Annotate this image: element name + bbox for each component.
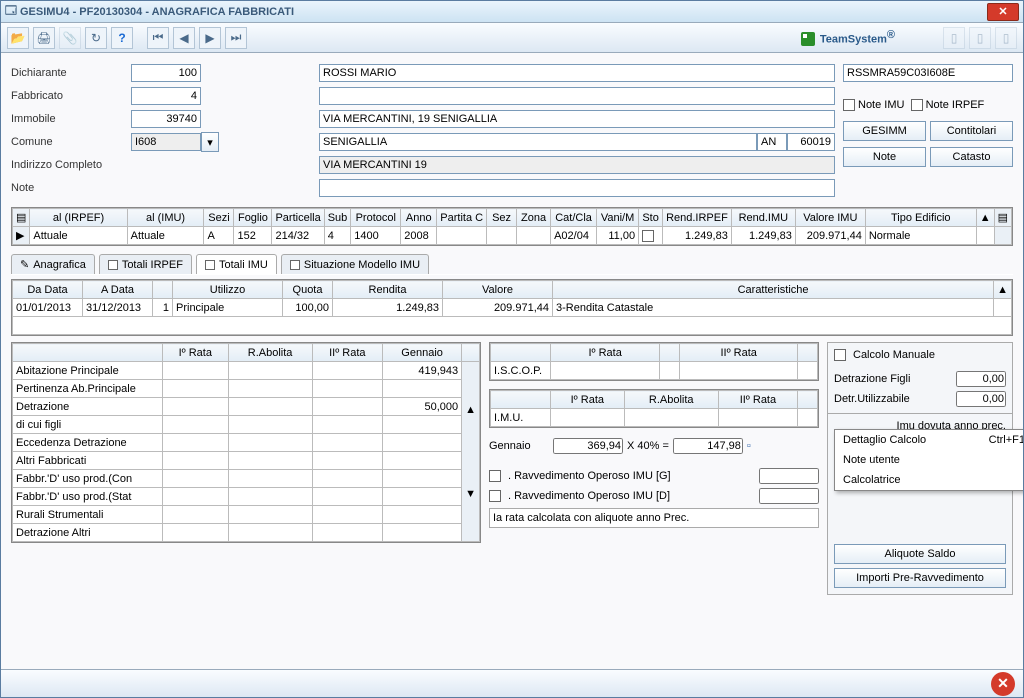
tool-b-icon[interactable]: ▯	[969, 27, 991, 49]
nav-prev-icon[interactable]: ◀	[173, 27, 195, 49]
detutil-val[interactable]	[956, 391, 1006, 407]
lbl-comune: Comune	[11, 136, 131, 148]
lbl-detfigli: Detrazione Figli	[834, 373, 952, 385]
fabbricato-desc[interactable]	[319, 87, 835, 105]
imu-label: I.M.U.	[491, 409, 551, 427]
tool-c-icon[interactable]: ▯	[995, 27, 1017, 49]
lbl-noteimu: Note IMU	[858, 99, 904, 111]
comune-lookup-button[interactable]: ▾	[201, 132, 219, 152]
lbl-detutil: Detr.Utilizzabile	[834, 393, 952, 405]
ctx-noteutente[interactable]: Note utente	[835, 450, 1023, 470]
lbl-x40: X 40% =	[627, 440, 669, 452]
lbl-calcman: Calcolo Manuale	[853, 349, 935, 361]
contitolari-button[interactable]: Contitolari	[930, 121, 1013, 141]
prov-input[interactable]	[757, 133, 787, 151]
print-icon[interactable]: 🖨	[33, 27, 55, 49]
lbl-fabbricato: Fabbricato	[11, 90, 131, 102]
dichiarante-input[interactable]	[131, 64, 201, 82]
tab-totali-imu[interactable]: Totali IMU	[196, 254, 277, 274]
tab-totali-irpef[interactable]: Totali IRPEF	[99, 254, 192, 274]
tool-a-icon[interactable]: ▯	[943, 27, 965, 49]
nav-first-icon[interactable]: ⏮	[147, 27, 169, 49]
lbl-dichiarante: Dichiarante	[11, 67, 131, 79]
table-row[interactable]: ▶ AttualeAttualeA152214/32414002008A02/0…	[13, 227, 1012, 245]
x40-val[interactable]	[673, 438, 743, 454]
cap-input[interactable]	[787, 133, 835, 151]
note-input[interactable]	[319, 179, 835, 197]
catasto-button[interactable]: Catasto	[930, 147, 1013, 167]
app-icon: 🗔	[5, 2, 17, 21]
grid-iscop[interactable]: Iº RataIIº Rata I.S.C.O.P.	[489, 342, 819, 381]
nome-input[interactable]	[319, 64, 835, 82]
clip-icon[interactable]: 📎	[59, 27, 81, 49]
detfigli-val[interactable]	[956, 371, 1006, 387]
context-menu: Dettaglio CalcoloCtrl+F1 Note utente Cal…	[834, 429, 1023, 491]
lbl-immobile: Immobile	[11, 113, 131, 125]
tab-anagrafica[interactable]: ✎ Anagrafica	[11, 254, 95, 274]
window-title: GESIMU4 - PF20130304 - ANAGRAFICA FABBRI…	[20, 6, 294, 18]
immobile-input[interactable]	[131, 110, 201, 128]
lbl-ravd: . Ravvedimento Operoso IMU [D]	[508, 490, 670, 502]
gesimm-button[interactable]: GESIMM	[843, 121, 926, 141]
iscop-label: I.S.C.O.P.	[491, 362, 551, 380]
nav-next-icon[interactable]: ▶	[199, 27, 221, 49]
error-icon[interactable]: ✕	[991, 672, 1015, 696]
fabbricato-input[interactable]	[131, 87, 201, 105]
table-row[interactable]: 01/01/201331/12/20131Principale100,001.2…	[13, 299, 1012, 317]
ravg-input[interactable]	[759, 468, 819, 484]
grid-imu[interactable]: Iº RataR.AbolitaIIº Rata I.M.U.	[489, 389, 819, 428]
indcompl-input	[319, 156, 835, 174]
grid-dettaglio-rate[interactable]: Iº RataR.AbolitaIIº RataGennaio Abitazio…	[11, 342, 481, 543]
open-icon[interactable]: 📂	[7, 27, 29, 49]
ravd-input[interactable]	[759, 488, 819, 504]
nav-last-icon[interactable]: ⏭	[225, 27, 247, 49]
tab-bar: ✎ Anagrafica Totali IRPEF Totali IMU Sit…	[11, 254, 1013, 275]
help-icon[interactable]: ?	[111, 27, 133, 49]
ctx-dettaglio[interactable]: Dettaglio CalcoloCtrl+F1	[835, 430, 1023, 450]
cf-input[interactable]	[843, 64, 1013, 82]
lbl-ratacalc: Ia rata calcolata con aliquote anno Prec…	[493, 512, 689, 524]
refresh-icon[interactable]: ↻	[85, 27, 107, 49]
titlebar: 🗔 GESIMU4 - PF20130304 - ANAGRAFICA FABB…	[1, 1, 1023, 23]
indirizzo-input[interactable]	[319, 110, 835, 128]
comune-nome[interactable]	[319, 133, 757, 151]
expand-icon[interactable]: ▫	[747, 440, 751, 452]
close-button[interactable]: ✕	[987, 3, 1019, 21]
calcman-checkbox[interactable]	[834, 349, 846, 361]
lbl-indcompl: Indirizzo Completo	[11, 159, 131, 171]
lbl-note: Note	[11, 182, 131, 194]
importi-button[interactable]: Importi Pre-Ravvedimento	[834, 568, 1006, 588]
note-button[interactable]: Note	[843, 147, 926, 167]
note-irpef-checkbox[interactable]	[911, 99, 923, 111]
toolbar: 📂 🖨 📎 ↻ ? ⏮ ◀ ▶ ⏭ TeamSystem® ▯ ▯ ▯	[1, 23, 1023, 53]
note-imu-checkbox[interactable]	[843, 99, 855, 111]
lbl-ravg: . Ravvedimento Operoso IMU [G]	[508, 470, 671, 482]
gennaio-val[interactable]	[553, 438, 623, 454]
lbl-gennaio: Gennaio	[489, 440, 549, 452]
ctx-calcolatrice[interactable]: Calcolatrice	[835, 470, 1023, 490]
comune-cod	[131, 133, 201, 151]
ravv-d-checkbox[interactable]	[489, 490, 501, 502]
statusbar: ✕	[1, 669, 1023, 697]
aliquote-button[interactable]: Aliquote Saldo	[834, 544, 1006, 564]
brand-logo: TeamSystem®	[801, 29, 895, 47]
lbl-noteirpef: Note IRPEF	[926, 99, 985, 111]
tab-situazione-imu[interactable]: Situazione Modello IMU	[281, 254, 429, 274]
right-panel: Calcolo Manuale Detrazione Figli Detr.Ut…	[827, 342, 1013, 595]
grid-periodi[interactable]: Da DataA DataUtilizzoQuotaRenditaValoreC…	[11, 279, 1013, 336]
ravv-g-checkbox[interactable]	[489, 470, 501, 482]
grid-fabbricati[interactable]: ▤ al (IRPEF)al (IMU)SeziFoglioParticella…	[11, 207, 1013, 246]
